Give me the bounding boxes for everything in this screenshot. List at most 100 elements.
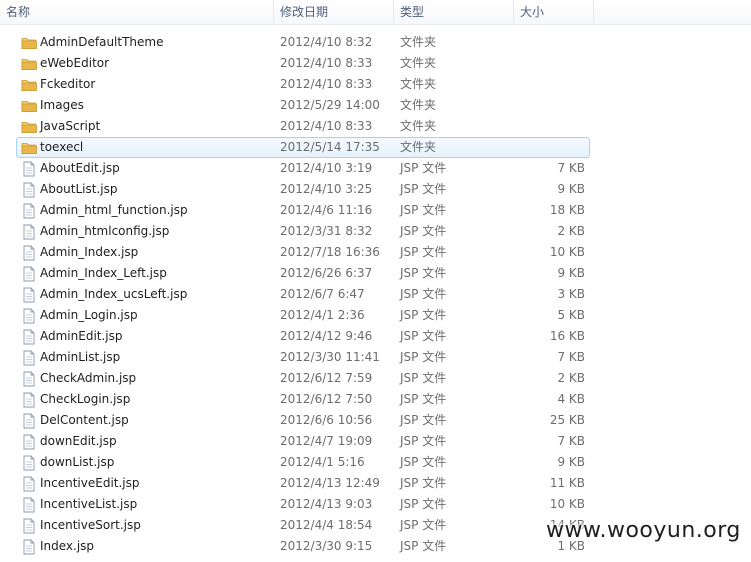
- file-size: 9 KB: [557, 266, 585, 280]
- file-type: 文件夹: [400, 77, 437, 91]
- file-type: 文件夹: [400, 35, 437, 49]
- file-name[interactable]: Index.jsp: [40, 536, 94, 557]
- file-type: JSP 文件: [400, 182, 447, 196]
- column-header-date[interactable]: 修改日期: [274, 0, 394, 24]
- file-name[interactable]: Admin_html_function.jsp: [40, 200, 188, 221]
- file-modified-date: 2012/4/10 8:32: [280, 35, 373, 49]
- file-type: 文件夹: [400, 119, 437, 133]
- file-modified-date: 2012/3/30 9:15: [280, 539, 373, 553]
- file-row[interactable]: IncentiveEdit.jsp 2012/4/13 12:49 JSP 文件 11…: [0, 473, 751, 494]
- file-row[interactable]: Admin_Index_Left.jsp 2012/6/26 6:37 JSP 文件…: [0, 263, 751, 284]
- file-name[interactable]: Images: [40, 95, 84, 116]
- file-name[interactable]: AboutEdit.jsp: [40, 158, 120, 179]
- file-size: 9 KB: [557, 455, 585, 469]
- file-name[interactable]: Fckeditor: [40, 74, 95, 95]
- file-row[interactable]: Images 2012/5/29 14:00 文件夹: [0, 95, 751, 116]
- file-size: 7 KB: [557, 434, 585, 448]
- file-modified-date: 2012/4/4 18:54: [280, 518, 373, 532]
- file-row[interactable]: DelContent.jsp 2012/6/6 10:56 JSP 文件 25 KB: [0, 410, 751, 431]
- file-row[interactable]: JavaScript 2012/4/10 8:33 文件夹: [0, 116, 751, 137]
- file-size: 7 KB: [557, 161, 585, 175]
- file-row[interactable]: downEdit.jsp 2012/4/7 19:09 JSP 文件 7 KB: [0, 431, 751, 452]
- file-modified-date: 2012/6/12 7:50: [280, 392, 373, 406]
- file-row[interactable]: eWebEditor 2012/4/10 8:33 文件夹: [0, 53, 751, 74]
- folder-icon: [21, 98, 37, 114]
- file-type: JSP 文件: [400, 476, 447, 490]
- file-type: JSP 文件: [400, 539, 447, 553]
- file-name[interactable]: CheckLogin.jsp: [40, 389, 130, 410]
- file-row[interactable]: CheckLogin.jsp 2012/6/12 7:50 JSP 文件 4 KB: [0, 389, 751, 410]
- file-size: 16 KB: [549, 329, 585, 343]
- file-row[interactable]: Admin_html_function.jsp 2012/4/6 11:16 JSP…: [0, 200, 751, 221]
- file-type: JSP 文件: [400, 329, 447, 343]
- file-name[interactable]: Admin_Index_Left.jsp: [40, 263, 167, 284]
- file-row[interactable]: AdminDefaultTheme 2012/4/10 8:32 文件夹: [0, 32, 751, 53]
- file-type: JSP 文件: [400, 371, 447, 385]
- file-name[interactable]: eWebEditor: [40, 53, 109, 74]
- file-modified-date: 2012/5/29 14:00: [280, 98, 380, 112]
- file-type: JSP 文件: [400, 497, 447, 511]
- file-name[interactable]: AboutList.jsp: [40, 179, 117, 200]
- file-size: 7 KB: [557, 350, 585, 364]
- file-type: JSP 文件: [400, 413, 447, 427]
- file-row[interactable]: CheckAdmin.jsp 2012/6/12 7:59 JSP 文件 2 KB: [0, 368, 751, 389]
- file-icon: [21, 392, 37, 408]
- file-name[interactable]: Admin_htmlconfig.jsp: [40, 221, 169, 242]
- file-row[interactable]: toexecl 2012/5/14 17:35 文件夹: [0, 137, 751, 158]
- file-modified-date: 2012/4/7 19:09: [280, 434, 373, 448]
- file-modified-date: 2012/4/1 5:16: [280, 455, 365, 469]
- file-icon: [21, 203, 37, 219]
- file-name[interactable]: Admin_Login.jsp: [40, 305, 138, 326]
- file-icon: [21, 476, 37, 492]
- file-row[interactable]: downList.jsp 2012/4/1 5:16 JSP 文件 9 KB: [0, 452, 751, 473]
- file-name[interactable]: Admin_Index_ucsLeft.jsp: [40, 284, 187, 305]
- file-size: 10 KB: [549, 245, 585, 259]
- file-modified-date: 2012/6/7 6:47: [280, 287, 365, 301]
- file-icon: [21, 434, 37, 450]
- column-header-type[interactable]: 类型: [394, 0, 514, 24]
- file-size: 2 KB: [557, 224, 585, 238]
- column-header-name[interactable]: 名称: [0, 0, 274, 24]
- file-modified-date: 2012/4/10 8:33: [280, 56, 373, 70]
- file-name[interactable]: JavaScript: [40, 116, 100, 137]
- file-type: JSP 文件: [400, 287, 447, 301]
- file-name[interactable]: Admin_Index.jsp: [40, 242, 138, 263]
- file-row[interactable]: Fckeditor 2012/4/10 8:33 文件夹: [0, 74, 751, 95]
- file-modified-date: 2012/4/13 9:03: [280, 497, 373, 511]
- file-name[interactable]: IncentiveEdit.jsp: [40, 473, 140, 494]
- file-name[interactable]: IncentiveSort.jsp: [40, 515, 141, 536]
- file-icon: [21, 455, 37, 471]
- file-row[interactable]: Admin_Login.jsp 2012/4/1 2:36 JSP 文件 5 KB: [0, 305, 751, 326]
- file-icon: [21, 329, 37, 345]
- file-row[interactable]: AboutEdit.jsp 2012/4/10 3:19 JSP 文件 7 KB: [0, 158, 751, 179]
- file-row[interactable]: AdminEdit.jsp 2012/4/12 9:46 JSP 文件 16 KB: [0, 326, 751, 347]
- file-size: 18 KB: [549, 203, 585, 217]
- file-type: 文件夹: [400, 98, 437, 112]
- file-modified-date: 2012/4/6 11:16: [280, 203, 373, 217]
- file-name[interactable]: IncentiveList.jsp: [40, 494, 137, 515]
- file-name[interactable]: AdminDefaultTheme: [40, 32, 163, 53]
- file-name[interactable]: downEdit.jsp: [40, 431, 117, 452]
- file-row[interactable]: IncentiveList.jsp 2012/4/13 9:03 JSP 文件 10 …: [0, 494, 751, 515]
- watermark: www.wooyun.org: [546, 518, 741, 543]
- file-icon: [21, 371, 37, 387]
- file-name[interactable]: toexecl: [40, 137, 83, 158]
- folder-icon: [21, 56, 37, 72]
- file-modified-date: 2012/6/6 10:56: [280, 413, 373, 427]
- file-modified-date: 2012/5/14 17:35: [280, 140, 380, 154]
- file-row[interactable]: Admin_htmlconfig.jsp 2012/3/31 8:32 JSP 文件…: [0, 221, 751, 242]
- file-row[interactable]: AboutList.jsp 2012/4/10 3:25 JSP 文件 9 KB: [0, 179, 751, 200]
- file-row[interactable]: Admin_Index_ucsLeft.jsp 2012/6/7 6:47 JSP …: [0, 284, 751, 305]
- file-name[interactable]: DelContent.jsp: [40, 410, 129, 431]
- file-name[interactable]: CheckAdmin.jsp: [40, 368, 136, 389]
- file-row[interactable]: AdminList.jsp 2012/3/30 11:41 JSP 文件 7 KB: [0, 347, 751, 368]
- file-row[interactable]: Admin_Index.jsp 2012/7/18 16:36 JSP 文件 10 K…: [0, 242, 751, 263]
- column-header-size[interactable]: 大小: [514, 0, 594, 24]
- file-name[interactable]: AdminEdit.jsp: [40, 326, 123, 347]
- file-size: 25 KB: [549, 413, 585, 427]
- file-icon: [21, 539, 37, 555]
- file-name[interactable]: downList.jsp: [40, 452, 114, 473]
- file-name[interactable]: AdminList.jsp: [40, 347, 120, 368]
- file-icon: [21, 266, 37, 282]
- file-size: 2 KB: [557, 371, 585, 385]
